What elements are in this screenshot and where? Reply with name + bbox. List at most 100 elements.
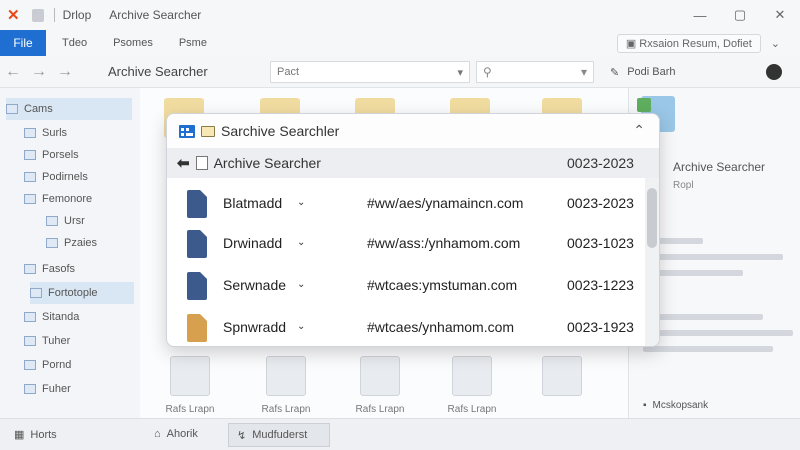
navigation-pane: Cams Surls Porsels Podirnels Femonore Ur…	[0, 88, 140, 418]
back-arrow-icon[interactable]: ⬅	[177, 154, 190, 172]
document-icon	[452, 356, 492, 396]
document-icon	[187, 190, 207, 218]
status-item-horts[interactable]: ▦ Horts	[14, 428, 57, 442]
sidebar-item-sitanda[interactable]: Sitanda	[24, 306, 85, 328]
path-input[interactable]: Pact ▾	[270, 61, 470, 83]
folder-icon	[24, 336, 36, 346]
tab-file[interactable]: File	[0, 30, 46, 56]
ribbon-right-group: ▣ Rxsaion Resum, Dofiet ⌄	[616, 33, 780, 53]
sidebar-item-cams[interactable]: Cams	[6, 98, 132, 120]
dropdown-chevron-icon: ▾	[457, 66, 463, 79]
folder-icon	[24, 360, 36, 370]
close-button[interactable]: ✕	[760, 0, 800, 30]
archive-url[interactable]: #wtcaes:ymstuman.com	[367, 277, 517, 293]
preview-text-line	[643, 254, 783, 260]
ribbon-action-box[interactable]: ▣ Rxsaion Resum, Dofiet	[616, 33, 761, 53]
search-icon: ⚲	[483, 65, 492, 79]
back-icon[interactable]: ←	[0, 63, 26, 81]
collapse-chevron-icon[interactable]: ⌃	[633, 122, 645, 139]
sidebar-item-surls[interactable]: Surls	[24, 122, 73, 144]
file-tile[interactable]: Rafs Lrapn	[160, 356, 220, 415]
sidebar-item-pzaies[interactable]: Pzaies	[46, 232, 103, 254]
window-title: Archive Searcher	[109, 8, 202, 22]
archive-url[interactable]: #ww/aes/ynamaincn.com	[367, 195, 523, 211]
archive-date: 0023-2023	[567, 195, 634, 211]
search-input[interactable]: ⚲ ▾	[476, 61, 594, 83]
popup-location-bar: ⬅ Archive Searcher 0023-2023	[167, 148, 659, 178]
preview-text-line	[643, 330, 793, 336]
status-tab-label: Mudfuderst	[252, 429, 308, 441]
window-controls: — ▢ ✕	[680, 0, 800, 30]
folder-icon	[201, 125, 215, 137]
location-label: Archive Searcher	[213, 155, 321, 171]
preview-text-line	[643, 346, 773, 352]
tab-share[interactable]: Psomes	[113, 37, 153, 49]
scrollbar-thumb[interactable]	[647, 188, 657, 248]
window-title-part: Drlop	[62, 8, 92, 22]
document-icon	[542, 356, 582, 396]
tab-home[interactable]: Tdeo	[62, 37, 87, 49]
sidebar-item-femonore[interactable]: Femonore	[24, 188, 98, 210]
forward-icon[interactable]: →	[26, 63, 52, 81]
sidebar-item-label: Pornd	[42, 359, 72, 371]
sidebar-item-pornd[interactable]: Pornd	[24, 354, 77, 376]
archive-url[interactable]: #wtcaes/ynhamom.com	[367, 319, 514, 335]
chevron-down-icon[interactable]: ⌄	[297, 237, 305, 248]
chevron-down-icon[interactable]: ⌄	[297, 321, 305, 332]
sidebar-item-label: Fasofs	[42, 263, 76, 275]
chevron-down-icon[interactable]: ⌄	[297, 197, 305, 208]
archive-name: Serwnade	[223, 277, 287, 293]
file-tile[interactable]	[532, 356, 592, 396]
archive-row[interactable]: Spnwradd ⌄ #wtcaes/ynhamom.com 0023-1923	[167, 308, 657, 346]
preview-link-label: Mcskopsank	[652, 400, 709, 411]
sidebar-item-ursr[interactable]: Ursr	[46, 210, 91, 232]
divider	[53, 8, 55, 22]
popup-header: Sarchive Searchler ⌃	[167, 114, 659, 148]
archive-url[interactable]: #ww/ass:/ynhamom.com	[367, 235, 520, 251]
sidebar-item-podirnels[interactable]: Podirnels	[24, 166, 94, 188]
status-item-ahorik[interactable]: ⌂ Ahorik	[154, 428, 198, 440]
sidebar-item-label: Podirnels	[42, 171, 88, 183]
sidebar-item-porsels[interactable]: Porsels	[24, 144, 85, 166]
archive-name: Spnwradd	[223, 319, 287, 335]
app-logo-icon	[179, 124, 195, 138]
folder-icon	[46, 216, 58, 226]
archive-row[interactable]: Blatmadd ⌄ #ww/aes/ynamaincn.com 0023-20…	[167, 184, 657, 224]
sidebar-item-fasofs[interactable]: Fasofs	[24, 258, 81, 280]
details-toggle[interactable]: ✎ Podi Barh	[610, 61, 676, 83]
file-tile[interactable]: Rafs Lrapn	[256, 356, 316, 415]
sidebar-item-label: Tuher	[42, 335, 71, 347]
status-label: Horts	[30, 428, 57, 441]
archive-date: 0023-1023	[567, 235, 634, 251]
sidebar-item-fortotople[interactable]: Fortotople	[30, 282, 134, 304]
document-icon	[187, 230, 207, 258]
quick-access-icon[interactable]	[31, 8, 44, 22]
preview-link[interactable]: ▪ Mcskopsank	[643, 400, 708, 411]
folder-icon	[24, 150, 36, 160]
sidebar-item-tuher[interactable]: Tuher	[24, 330, 76, 352]
maximize-button[interactable]: ▢	[720, 0, 760, 30]
archive-name: Blatmadd	[223, 195, 283, 211]
help-icon[interactable]	[766, 64, 782, 80]
folder-icon	[24, 128, 36, 138]
location-date: 0023-2023	[567, 155, 634, 171]
chevron-down-icon[interactable]: ⌄	[297, 279, 305, 290]
ribbon-expand-icon[interactable]: ⌄	[771, 37, 780, 50]
sidebar-item-label: Surls	[42, 127, 68, 139]
archive-row[interactable]: Serwnade ⌄ #wtcaes:ymstuman.com 0023-122…	[167, 266, 657, 306]
minimize-icon: —	[693, 7, 707, 23]
preview-text-line	[643, 314, 763, 320]
tab-view[interactable]: Psme	[179, 37, 207, 49]
status-tab[interactable]: ↯ Mudfuderst	[228, 423, 330, 447]
archive-searcher-popup: Sarchive Searchler ⌃ ⬅ Archive Searcher …	[166, 113, 660, 347]
archive-name: Drwinadd	[223, 235, 283, 251]
archive-row[interactable]: Drwinadd ⌄ #ww/ass:/ynhamom.com 0023-102…	[167, 224, 657, 264]
minimize-button[interactable]: —	[680, 0, 720, 30]
file-tile[interactable]: Rafs Lrapn	[442, 356, 502, 415]
sidebar-item-label: Ursr	[64, 215, 85, 227]
path-value: Pact	[277, 66, 300, 78]
file-tile[interactable]: Rafs Lrapn	[350, 356, 410, 415]
square-icon: ▪	[643, 400, 647, 411]
sidebar-item-fuher[interactable]: Fuher	[24, 378, 77, 400]
up-icon[interactable]: →	[52, 63, 78, 81]
